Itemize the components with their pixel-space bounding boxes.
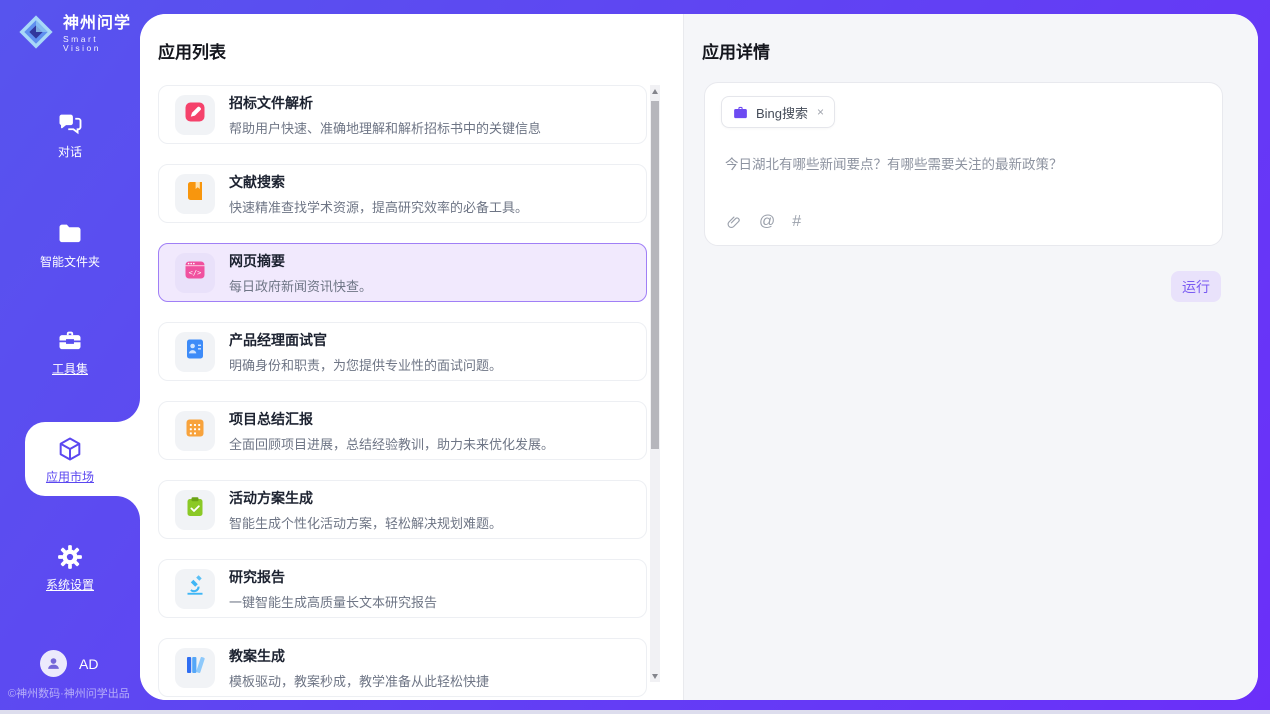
- app-card-list: 招标文件解析帮助用户快速、准确地理解和解析招标书中的关键信息文献搜索快速精准查找…: [158, 85, 647, 700]
- app-card-5[interactable]: 活动方案生成智能生成个性化活动方案，轻松解决规划难题。: [158, 480, 647, 539]
- app-card-title: 活动方案生成: [229, 488, 502, 508]
- mention-icon[interactable]: @: [759, 213, 775, 231]
- folder-icon: [0, 220, 140, 248]
- literature-icon: [183, 179, 207, 208]
- research-icon: [183, 574, 207, 603]
- briefcase-icon: [732, 104, 749, 121]
- app-icon-tile: [175, 490, 215, 530]
- svg-text:</>: </>: [189, 269, 202, 277]
- brand-subtitle: Smart Vision: [63, 35, 140, 54]
- query-text[interactable]: 今日湖北有哪些新闻要点？有哪些需要关注的最新政策？: [725, 153, 1063, 173]
- app-list-title: 应用列表: [158, 38, 226, 63]
- app-card-title: 教案生成: [229, 646, 489, 666]
- sidebar-item-label: 系统设置: [0, 576, 140, 593]
- person-icon: [45, 655, 62, 672]
- app-card-title: 产品经理面试官: [229, 330, 502, 350]
- diamond-logo-icon: [17, 13, 55, 56]
- app-icon-tile: [175, 95, 215, 135]
- app-card-2[interactable]: </> 网页摘要每日政府新闻资讯快查。: [158, 243, 647, 302]
- scroll-down-icon[interactable]: [650, 670, 660, 682]
- tool-tag-label: Bing搜索: [756, 103, 808, 122]
- toolbox-icon: [0, 327, 140, 355]
- interview-icon: [183, 337, 207, 366]
- app-card-desc: 帮助用户快速、准确地理解和解析招标书中的关键信息: [229, 118, 541, 137]
- scrollbar-thumb[interactable]: [651, 101, 659, 449]
- app-card-title: 文献搜索: [229, 172, 528, 192]
- app-card-title: 网页摘要: [229, 251, 372, 271]
- app-card-desc: 全面回顾项目进展，总结经验教训，助力未来优化发展。: [229, 434, 554, 453]
- app-card-title: 项目总结汇报: [229, 409, 554, 429]
- sidebar-item-label: 智能文件夹: [0, 253, 140, 270]
- active-tab-notch-top: [116, 398, 140, 422]
- app-icon-tile: [175, 569, 215, 609]
- sidebar-item-2[interactable]: 工具集: [0, 327, 140, 377]
- user-row[interactable]: AD: [40, 650, 98, 677]
- chat-icon: [0, 110, 140, 138]
- prompt-input-card[interactable]: Bing搜索 × 今日湖北有哪些新闻要点？有哪些需要关注的最新政策？ @ #: [704, 82, 1223, 246]
- cube-icon: [0, 435, 140, 463]
- app-card-title: 招标文件解析: [229, 93, 541, 113]
- app-detail-title: 应用详情: [702, 38, 770, 63]
- app-icon-tile: [175, 332, 215, 372]
- attachment-toolbar: @ #: [725, 213, 801, 231]
- user-initials: AD: [79, 656, 98, 672]
- brand-name: 神州问学: [63, 15, 140, 33]
- sidebar-item-1[interactable]: 智能文件夹: [0, 220, 140, 270]
- lesson-icon: [183, 653, 207, 682]
- sidebar-item-0[interactable]: 对话: [0, 110, 140, 160]
- tool-tag-bing-search[interactable]: Bing搜索 ×: [721, 96, 835, 128]
- gear-icon: [0, 543, 140, 571]
- app-card-7[interactable]: 教案生成模板驱动，教案秒成，教学准备从此轻松快捷: [158, 638, 647, 697]
- app-icon-tile: [175, 411, 215, 451]
- avatar[interactable]: [40, 650, 67, 677]
- sidebar-item-3[interactable]: 应用市场: [0, 435, 140, 485]
- app-icon-tile: [175, 174, 215, 214]
- hash-icon[interactable]: #: [792, 213, 801, 231]
- bottom-edge-strip: [0, 710, 1270, 714]
- app-card-4[interactable]: 项目总结汇报全面回顾项目进展，总结经验教训，助力未来优化发展。: [158, 401, 647, 460]
- app-card-3[interactable]: 产品经理面试官明确身份和职责，为您提供专业性的面试问题。: [158, 322, 647, 381]
- app-card-title: 研究报告: [229, 567, 437, 587]
- paperclip-icon[interactable]: [725, 214, 742, 231]
- bid-doc-icon: [183, 100, 207, 129]
- sidebar: 神州问学 Smart Vision 对话智能文件夹工具集应用市场系统设置 AD …: [0, 0, 140, 710]
- app-card-desc: 模板驱动，教案秒成，教学准备从此轻松快捷: [229, 671, 489, 690]
- run-button[interactable]: 运行: [1171, 271, 1221, 302]
- app-card-desc: 快速精准查找学术资源，提高研究效率的必备工具。: [229, 197, 528, 216]
- app-card-0[interactable]: 招标文件解析帮助用户快速、准确地理解和解析招标书中的关键信息: [158, 85, 647, 144]
- brand: 神州问学 Smart Vision: [17, 13, 140, 56]
- app-icon-tile: </>: [175, 253, 215, 293]
- sidebar-item-label: 工具集: [0, 360, 140, 377]
- app-detail-panel: 应用详情 Bing搜索 × 今日湖北有哪些新闻要点？有哪些需要关注的最新政策？ …: [683, 14, 1258, 700]
- activity-icon: [183, 495, 207, 524]
- web-icon: </>: [183, 258, 207, 287]
- app-list-panel: 应用列表 招标文件解析帮助用户快速、准确地理解和解析招标书中的关键信息文献搜索快…: [140, 14, 683, 700]
- main-content: 应用列表 招标文件解析帮助用户快速、准确地理解和解析招标书中的关键信息文献搜索快…: [140, 14, 1258, 700]
- app-card-desc: 智能生成个性化活动方案，轻松解决规划难题。: [229, 513, 502, 532]
- app-icon-tile: [175, 648, 215, 688]
- sidebar-item-label: 应用市场: [0, 468, 140, 485]
- app-card-6[interactable]: 研究报告一键智能生成高质量长文本研究报告: [158, 559, 647, 618]
- app-card-desc: 明确身份和职责，为您提供专业性的面试问题。: [229, 355, 502, 374]
- sidebar-item-label: 对话: [0, 143, 140, 160]
- app-card-desc: 一键智能生成高质量长文本研究报告: [229, 592, 437, 611]
- app-card-desc: 每日政府新闻资讯快查。: [229, 276, 372, 295]
- summary-icon: [183, 416, 207, 445]
- tool-tag-remove-icon[interactable]: ×: [817, 105, 824, 119]
- sidebar-item-4[interactable]: 系统设置: [0, 543, 140, 593]
- scrollbar[interactable]: [650, 85, 660, 682]
- copyright-text: ©神州数码·神州问学出品: [8, 685, 130, 701]
- active-tab-notch-bottom: [116, 496, 140, 520]
- app-card-1[interactable]: 文献搜索快速精准查找学术资源，提高研究效率的必备工具。: [158, 164, 647, 223]
- scroll-up-icon[interactable]: [650, 85, 660, 97]
